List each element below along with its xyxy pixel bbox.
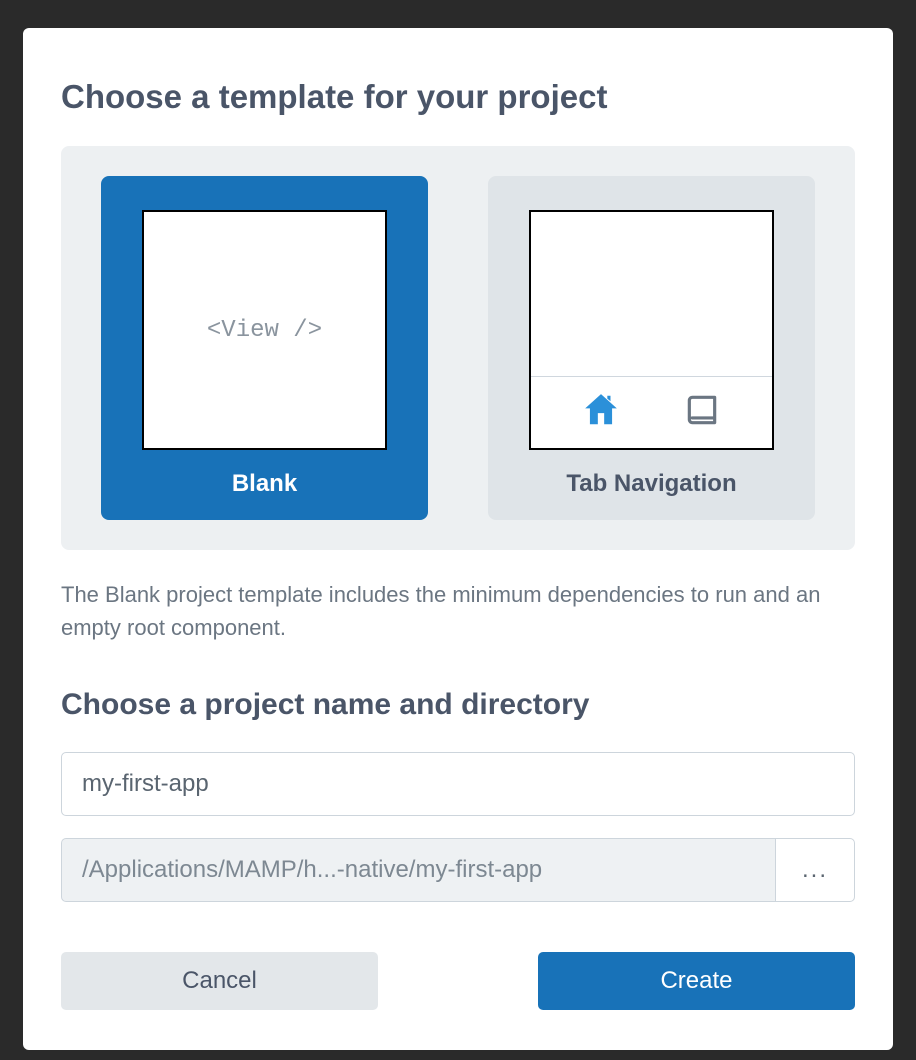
- name-heading: Choose a project name and directory: [61, 688, 855, 722]
- project-directory-input[interactable]: [61, 838, 775, 902]
- preview-blank-text: <View />: [207, 317, 322, 344]
- book-icon: [683, 391, 721, 434]
- template-description: The Blank project template includes the …: [61, 578, 855, 644]
- browse-directory-button[interactable]: ...: [775, 838, 855, 902]
- preview-tab-bar: [531, 376, 772, 448]
- cancel-button[interactable]: Cancel: [61, 952, 378, 1010]
- template-preview-tabs: [529, 210, 774, 450]
- home-icon: [582, 391, 620, 434]
- directory-row: ...: [61, 838, 855, 902]
- template-heading: Choose a template for your project: [61, 78, 855, 116]
- template-label-tabs: Tab Navigation: [566, 470, 736, 498]
- template-card-tab-navigation[interactable]: Tab Navigation: [488, 176, 815, 520]
- template-label-blank: Blank: [232, 470, 297, 498]
- action-buttons: Cancel Create: [61, 952, 855, 1010]
- project-name-input[interactable]: [61, 752, 855, 816]
- create-button[interactable]: Create: [538, 952, 855, 1010]
- template-preview-blank: <View />: [142, 210, 387, 450]
- new-project-modal: Choose a template for your project <View…: [23, 28, 893, 1050]
- template-card-blank[interactable]: <View /> Blank: [101, 176, 428, 520]
- template-list: <View /> Blank: [61, 146, 855, 550]
